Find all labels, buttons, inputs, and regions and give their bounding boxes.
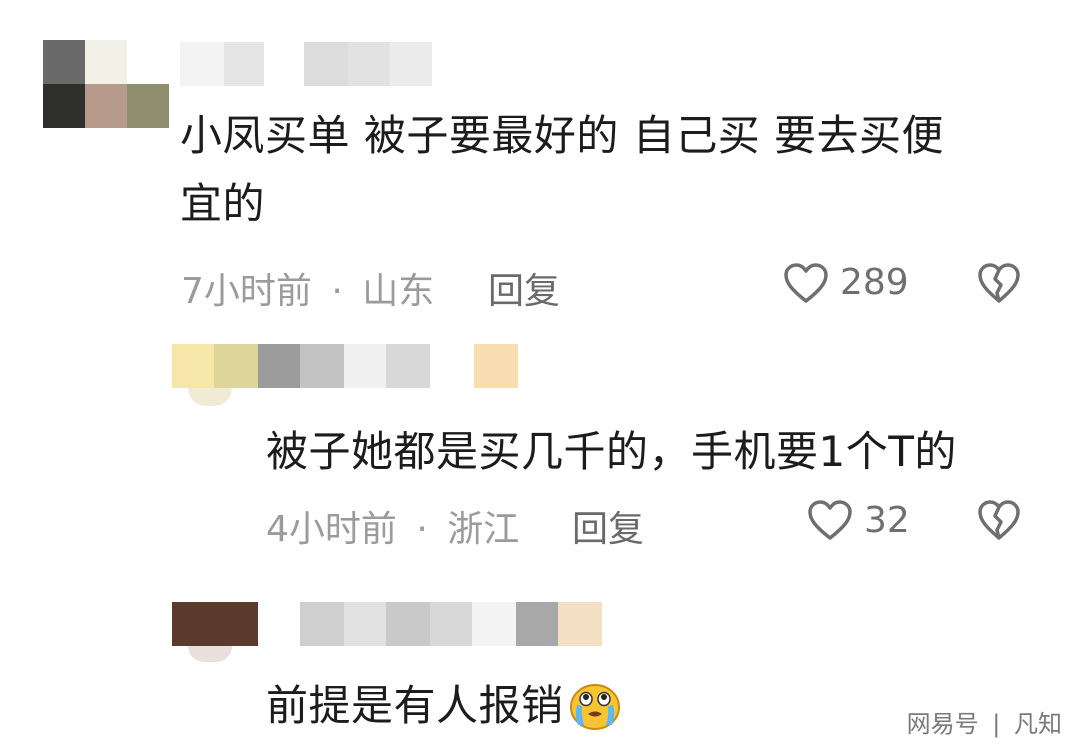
comment-text: 前提是有人报销 [266,672,622,740]
comment-text: 小凤买单 被子要最好的 自己买 要去买便 宜的 [180,102,944,238]
reply-button[interactable]: 回复 [488,262,560,314]
username-blurred[interactable] [180,42,432,86]
comment-meta: 4小时前 · 浙江 [266,500,519,552]
reply-header-blurred[interactable] [172,344,518,388]
heart-outline-icon[interactable] [806,498,854,542]
avatar[interactable] [188,388,232,406]
reply-button[interactable]: 回复 [572,500,644,552]
heart-outline-icon[interactable] [782,261,830,305]
comment-text-line-1: 小凤买单 被子要最好的 自己买 要去买便 [180,111,945,160]
like-count: 32 [864,500,910,541]
comment-time: 4小时前 [266,509,397,550]
comment-location: 浙江 [447,509,520,550]
meta-separator: · [331,271,343,312]
comment-location: 山东 [362,271,435,312]
comment-text: 被子她都是买几千的，手机要1个T的 [266,427,957,476]
reply-header-blurred[interactable] [172,602,646,646]
watermark-brand: 网易号 [906,710,979,738]
comment-time: 7小时前 [181,271,312,312]
comment-text-line-2: 宜的 [180,179,266,228]
broken-heart-icon[interactable] [976,498,1022,542]
watermark-divider: | [992,710,1001,738]
comment-meta: 7小时前 · 山东 [181,262,434,314]
broken-heart-icon[interactable] [976,261,1022,305]
avatar[interactable] [188,646,232,662]
avatar[interactable] [43,40,169,128]
comment-text-body: 前提是有人报销 [266,681,564,730]
like-count: 289 [840,262,909,303]
meta-separator: · [416,509,428,550]
watermark-author: 凡知 [1014,710,1062,738]
crying-emoji-icon [568,681,622,731]
watermark: 网易号 | 凡知 [907,704,1062,739]
